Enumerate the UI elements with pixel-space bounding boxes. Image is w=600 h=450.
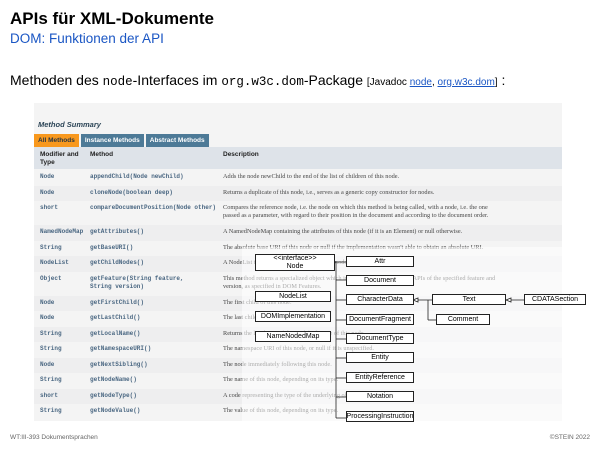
row-method[interactable]: appendChild(Node newChild): [90, 173, 184, 181]
row-type[interactable]: Node: [40, 299, 54, 307]
diagram-namednodemap-box: NameNodedMap: [255, 331, 331, 342]
row-method[interactable]: getFeature(String feature,: [90, 275, 184, 283]
row-desc: Compares the reference node, i.e. the no…: [223, 204, 488, 211]
diagram-cdatasection-box: CDATASection: [524, 294, 586, 305]
diagram-domimplementation-box: DOMImplementation: [255, 311, 331, 322]
row-type[interactable]: Object: [40, 275, 62, 283]
table-row: short compareDocumentPosition(Node other…: [34, 201, 562, 225]
col-modifier-header-type: Type: [40, 159, 55, 166]
headline-suffix: -Package: [303, 72, 364, 88]
javadoc-package-link[interactable]: org.w3c.dom: [438, 77, 495, 88]
page-title: APIs für XML-Dokumente: [10, 9, 215, 28]
row-method-line2[interactable]: String version): [90, 283, 144, 291]
table-row: Node cloneNode(boolean deep) Returns a d…: [34, 185, 562, 201]
diagram-documenttype-box: DocumentType: [346, 333, 414, 344]
row-desc-line2: version, as specified in DOM Features.: [223, 282, 322, 290]
tab-all-methods[interactable]: All Methods: [34, 134, 79, 147]
row-method[interactable]: getNamespaceURI(): [90, 345, 151, 353]
diagram-characterdata-box: CharacterData: [346, 294, 414, 305]
col-desc-header: Description: [223, 151, 259, 158]
row-desc: Adds the node newChild to the end of the…: [223, 173, 400, 180]
row-desc: A NamedNodeMap containing the attributes…: [223, 228, 463, 235]
javadoc-prefix: [Javadoc: [366, 77, 410, 88]
row-method[interactable]: getAttributes(): [90, 228, 144, 236]
diagram-comment-box: Comment: [436, 314, 490, 325]
row-type[interactable]: NodeList: [40, 259, 69, 267]
diagram-node-stereotype: <<interface>>: [273, 254, 317, 262]
method-tabs: All Methods Instance Methods Abstract Me…: [34, 134, 211, 147]
diagram-nodelist-box: NodeList: [255, 291, 331, 302]
diagram-entity-box: Entity: [346, 352, 414, 363]
row-type[interactable]: short: [40, 392, 58, 400]
row-method[interactable]: getLocalName(): [90, 330, 140, 338]
footer-left: WT:III-393 Dokumentsprachen: [10, 434, 98, 441]
table-header: Modifier and Type Method Description: [34, 147, 562, 169]
row-type[interactable]: String: [40, 407, 62, 415]
diagram-entityreference-box: EntityReference: [346, 372, 414, 383]
row-method[interactable]: getNodeName(): [90, 376, 137, 384]
row-desc-line2: passed as a parameter, with regard to th…: [223, 212, 489, 219]
diagram-document-box: Document: [346, 275, 414, 286]
diagram-notation-box: Notation: [346, 391, 414, 402]
page-subtitle: DOM: Funktionen der API: [10, 31, 164, 46]
row-method[interactable]: getLastChild(): [90, 314, 140, 322]
row-method[interactable]: getNodeValue(): [90, 407, 140, 415]
headline-prefix: Methoden des: [10, 72, 103, 88]
row-type[interactable]: String: [40, 330, 62, 338]
diagram-documentfragment-box: DocumentFragment: [346, 314, 414, 325]
javadoc-node-link[interactable]: node: [410, 77, 432, 88]
javadoc-ref: [Javadoc node, org.w3c.dom]: [367, 77, 498, 88]
row-desc: The name of this node, depending on its …: [223, 376, 339, 383]
package-code: org.w3c.dom: [221, 75, 304, 89]
row-method[interactable]: getBaseURI(): [90, 244, 133, 252]
row-method[interactable]: compareDocumentPosition(Node other): [90, 204, 216, 212]
diagram-node-interface-box: <<interface>> Node: [255, 254, 335, 271]
diagram-node-label: Node: [286, 262, 304, 270]
row-desc: Returns a duplicate of this node, i.e., …: [223, 188, 435, 196]
row-desc: The node immediately following this node…: [223, 360, 332, 368]
table-row: String getNamespaceURI() The namespace U…: [34, 342, 562, 358]
row-desc: The value of this node, depending on its…: [223, 407, 339, 414]
row-desc: The absolute base URI of this node or nu…: [223, 243, 484, 251]
node-code: node: [102, 75, 133, 89]
row-type[interactable]: String: [40, 345, 62, 353]
col-method-header: Method: [90, 151, 114, 158]
headline-colon: :: [497, 72, 506, 88]
table-row: String getNodeValue() The value of this …: [34, 404, 562, 420]
table-row: Node appendChild(Node newChild) Adds the…: [34, 170, 562, 186]
row-method[interactable]: getChildNodes(): [90, 259, 144, 267]
row-method[interactable]: getNodeType(): [90, 392, 137, 400]
footer-right: ©STEIN 2022: [549, 434, 590, 441]
method-summary-title: Method Summary: [38, 120, 101, 129]
tab-abstract-methods[interactable]: Abstract Methods: [145, 134, 209, 147]
table-row: short getNodeType() A code representing …: [34, 388, 562, 404]
table-row: String getNodeName() The name of this no…: [34, 373, 562, 389]
methods-headline: Methoden des node-Interfaces im org.w3c.…: [10, 71, 505, 92]
row-type[interactable]: String: [40, 376, 62, 384]
row-type[interactable]: NamedNodeMap: [40, 228, 83, 236]
tab-instance-methods[interactable]: Instance Methods: [80, 134, 144, 147]
table-row: NamedNodeMap getAttributes() A NamedNode…: [34, 225, 562, 241]
table-row: Node getNextSibling() The node immediate…: [34, 357, 562, 373]
row-type[interactable]: Node: [40, 189, 54, 197]
row-method[interactable]: getNextSibling(): [90, 361, 148, 369]
diagram-text-box: Text: [432, 294, 506, 305]
row-type[interactable]: String: [40, 244, 62, 252]
row-type[interactable]: Node: [40, 173, 54, 181]
row-type[interactable]: short: [40, 204, 58, 212]
row-method[interactable]: cloneNode(boolean deep): [90, 189, 173, 197]
col-modifier-header: Modifier and: [40, 151, 79, 158]
row-method[interactable]: getFirstChild(): [90, 299, 144, 307]
diagram-processinginstruction-box: ProcessingInstruction: [346, 411, 414, 422]
diagram-attr-box: Attr: [346, 256, 414, 267]
headline-middle: -Interfaces im: [132, 72, 222, 88]
row-type[interactable]: Node: [40, 314, 54, 322]
row-type[interactable]: Node: [40, 361, 54, 369]
